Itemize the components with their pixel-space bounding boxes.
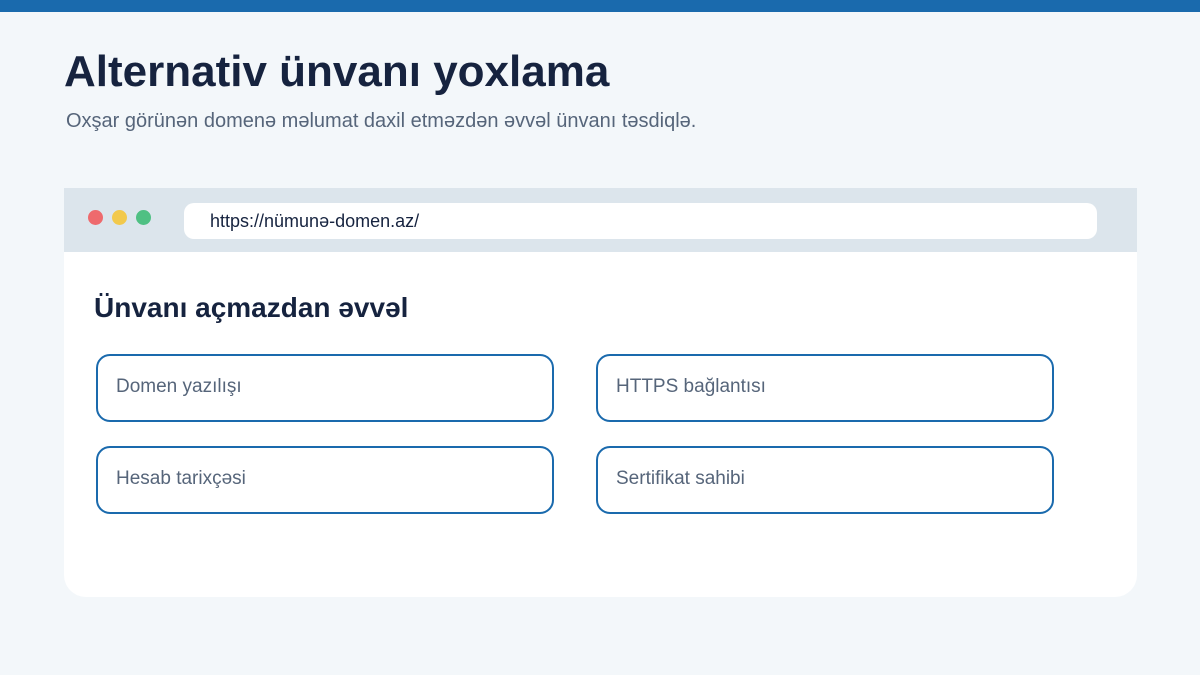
check-card-https-connection: HTTPS bağlantısı (596, 354, 1054, 422)
check-card-label: Sertifikat sahibi (616, 468, 745, 489)
address-bar[interactable]: https://nümunə-domen.az/ (184, 203, 1097, 239)
window-maximize-dot[interactable] (136, 210, 151, 225)
url-text: https://nümunə-domen.az/ (210, 211, 420, 231)
page-subtitle: Oxşar görünən domenə məlumat daxil etməz… (66, 110, 697, 132)
check-card-account-history: Hesab tarixçəsi (96, 446, 554, 514)
check-card-label: Domen yazılışı (116, 376, 242, 397)
page-title: Alternativ ünvanı yoxlama (64, 47, 610, 96)
window-close-dot[interactable] (88, 210, 103, 225)
browser-window: https://nümunə-domen.az/ Ünvanı açmazdan… (64, 188, 1137, 597)
check-card-certificate-owner: Sertifikat sahibi (596, 446, 1054, 514)
browser-toolbar: https://nümunə-domen.az/ (64, 188, 1137, 252)
section-heading: Ünvanı açmazdan əvvəl (94, 292, 409, 323)
check-card-label: HTTPS bağlantısı (616, 376, 766, 397)
window-minimize-dot[interactable] (112, 210, 127, 225)
top-accent-bar (0, 0, 1200, 12)
check-card-label: Hesab tarixçəsi (116, 468, 246, 489)
check-card-domain-spelling: Domen yazılışı (96, 354, 554, 422)
